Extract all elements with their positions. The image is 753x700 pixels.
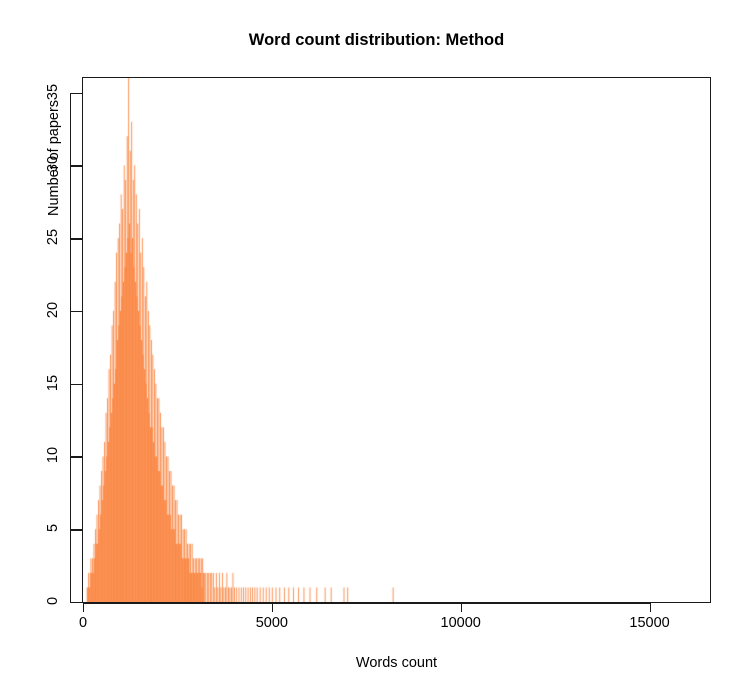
x-axis-line xyxy=(83,603,650,605)
y-axis-line xyxy=(70,92,72,602)
y-tick xyxy=(70,383,82,386)
y-tick xyxy=(70,602,82,604)
x-tick-label: 5000 xyxy=(255,615,288,631)
x-tick xyxy=(271,603,274,612)
y-tick-label: 0 xyxy=(45,596,61,606)
y-tick-label: 35 xyxy=(45,83,61,100)
y-tick-label: 20 xyxy=(45,301,61,318)
x-tick-label: 0 xyxy=(78,615,88,631)
y-tick xyxy=(70,92,82,94)
y-tick-label: 5 xyxy=(45,524,61,533)
y-tick-label: 10 xyxy=(45,447,61,464)
x-tick xyxy=(649,603,651,612)
y-tick-label: 25 xyxy=(45,229,61,246)
chart-title: Word count distribution: Method xyxy=(248,31,505,49)
y-tick xyxy=(70,310,82,313)
y-tick-label: 15 xyxy=(45,374,61,391)
y-tick xyxy=(70,456,82,458)
histogram-chart: Word count distribution: Method Words co… xyxy=(0,0,753,700)
x-tick xyxy=(460,603,463,612)
x-tick-label: 10000 xyxy=(440,615,481,631)
y-tick xyxy=(70,238,82,240)
y-tick-label: 30 xyxy=(45,156,61,173)
x-tick xyxy=(83,603,85,612)
x-axis-label: Words count xyxy=(355,655,438,671)
y-tick xyxy=(70,529,82,531)
plot-area xyxy=(82,77,711,603)
y-tick xyxy=(70,165,82,167)
histogram-bars xyxy=(83,78,710,602)
x-tick-label: 15000 xyxy=(629,615,670,631)
